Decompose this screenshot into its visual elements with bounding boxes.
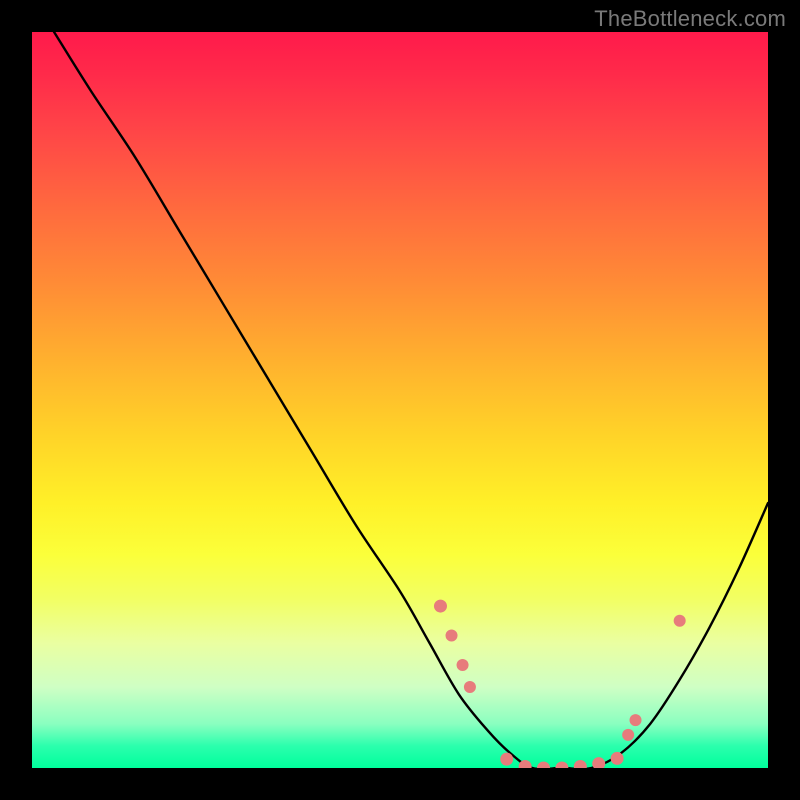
marker-dot (674, 615, 686, 627)
marker-dot (537, 762, 550, 769)
chart-svg (32, 32, 768, 768)
curve-line (54, 32, 768, 768)
marker-dot (434, 600, 447, 613)
marker-dot (446, 630, 458, 642)
marker-dot (457, 659, 469, 671)
marker-dot (622, 729, 634, 741)
marker-dot (592, 757, 605, 768)
bottleneck-curve (54, 32, 768, 768)
marker-dot (464, 681, 476, 693)
marker-dot (611, 752, 624, 765)
plot-area (32, 32, 768, 768)
marker-dot (630, 714, 642, 726)
marker-dot (555, 762, 568, 769)
marker-dot (500, 753, 513, 766)
marker-dot (574, 760, 587, 768)
watermark-text: TheBottleneck.com (594, 6, 786, 32)
scatter-markers (434, 600, 686, 768)
chart-container: TheBottleneck.com (0, 0, 800, 800)
